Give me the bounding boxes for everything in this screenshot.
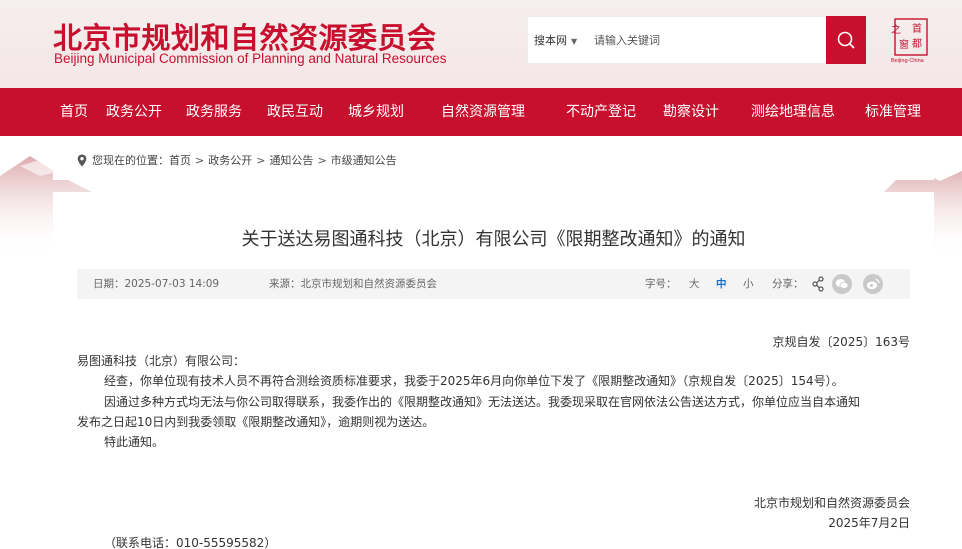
search-scope-dropdown[interactable]: 搜本网 ▼ — [534, 32, 586, 48]
nav-item-government-affairs[interactable]: 政务公开 — [106, 88, 162, 136]
nav-item-surveying-mapping[interactable]: 测绘地理信息 — [751, 88, 835, 136]
signature: 北京市规划和自然资源委员会 — [753, 496, 910, 510]
breadcrumb-separator: > — [317, 153, 327, 167]
font-size-medium-button[interactable]: 中 — [716, 269, 727, 299]
svg-text:首: 首 — [912, 22, 922, 35]
paragraph-2-line-1: 因通过多种方式均无法与你公司取得联系，我委作出的《限期整改通知》无法送达。我委现… — [104, 395, 861, 409]
location-pin-icon — [77, 154, 87, 166]
document-number: 京规自发〔2025〕163号 — [772, 335, 910, 349]
capital-window-logo[interactable]: 之 首 窗 都 Beijing-China — [889, 17, 931, 64]
search-scope-label: 搜本网 — [534, 34, 567, 47]
font-size-label: 字号： — [645, 278, 677, 290]
breadcrumb-separator: > — [195, 153, 205, 167]
font-size-small-button[interactable]: 小 — [743, 269, 754, 299]
sign-date: 2025年7月2日 — [828, 516, 910, 530]
search-box: 搜本网 ▼ — [527, 16, 867, 64]
nav-item-home[interactable]: 首页 — [60, 88, 88, 136]
weibo-share-button[interactable] — [863, 274, 883, 294]
article-source: 来源：北京市规划和自然资源委员会 — [269, 278, 437, 290]
breadcrumb-separator: > — [256, 153, 266, 167]
recipient: 易图通科技（北京）有限公司： — [77, 354, 246, 368]
share-label: 分享： — [772, 278, 804, 290]
breadcrumb-prefix: 您现在的位置： — [92, 154, 169, 167]
breadcrumb-city-notices[interactable]: 市级通知公告 — [331, 152, 397, 168]
paragraph-1: 经查，你单位现有技术人员不再符合测绘资质标准要求，我委于2025年6月向你单位下… — [104, 374, 844, 388]
share-icon — [812, 276, 824, 292]
paragraph-2-line-2: 发布之日起10日内到我委领取《限期整改通知》，逾期则视为送达。 — [77, 415, 435, 429]
caret-down-icon: ▼ — [571, 37, 578, 46]
closing-text: 特此通知。 — [104, 435, 165, 449]
breadcrumb: 您现在的位置： 首页 > 政务公开 > 通知公告 > 市级通知公告 — [53, 140, 934, 180]
article-info-bar: 日期：2025-07-03 14:09 来源：北京市规划和自然资源委员会 字号：… — [77, 269, 910, 299]
main-nav: 首页 政务公开 政务服务 政民互动 城乡规划 自然资源管理 不动产登记 勘察设计… — [0, 88, 962, 136]
svg-text:都: 都 — [912, 38, 922, 50]
article-panel: 关于送达易图通科技（北京）有限公司《限期整改通知》的通知 日期：2025-07-… — [53, 192, 934, 549]
breadcrumb-government-affairs[interactable]: 政务公开 — [208, 152, 252, 168]
nav-item-standards[interactable]: 标准管理 — [865, 88, 921, 136]
nav-item-survey-design[interactable]: 勘察设计 — [663, 88, 719, 136]
nav-item-urban-planning[interactable]: 城乡规划 — [348, 88, 404, 136]
search-input[interactable] — [594, 33, 814, 47]
nav-item-real-estate[interactable]: 不动产登记 — [566, 88, 636, 136]
search-button[interactable] — [826, 16, 866, 64]
share-link-button[interactable] — [812, 269, 824, 311]
nav-item-interaction[interactable]: 政民互动 — [267, 88, 323, 136]
breadcrumb-notices[interactable]: 通知公告 — [269, 152, 313, 168]
search-icon — [837, 31, 855, 49]
article-date: 日期：2025-07-03 14:09 — [93, 278, 220, 290]
nav-item-natural-resources[interactable]: 自然资源管理 — [441, 88, 525, 136]
contact-phone: （联系电话：010-55595582） — [104, 536, 277, 549]
svg-text:之: 之 — [891, 23, 901, 36]
svg-text:窗: 窗 — [899, 38, 909, 51]
site-header: 北京市规划和自然资源委员会 Beijing Municipal Commissi… — [0, 0, 962, 88]
site-title-en: Beijing Municipal Commission of Planning… — [54, 51, 447, 66]
font-size-large-button[interactable]: 大 — [689, 269, 700, 299]
weibo-icon — [866, 278, 880, 290]
wechat-share-button[interactable] — [832, 274, 852, 294]
wechat-icon — [835, 279, 849, 289]
breadcrumb-home[interactable]: 首页 — [169, 152, 191, 168]
svg-text:Beijing-China: Beijing-China — [891, 58, 925, 63]
nav-item-government-services[interactable]: 政务服务 — [186, 88, 242, 136]
article-title: 关于送达易图通科技（北京）有限公司《限期整改通知》的通知 — [241, 229, 746, 250]
